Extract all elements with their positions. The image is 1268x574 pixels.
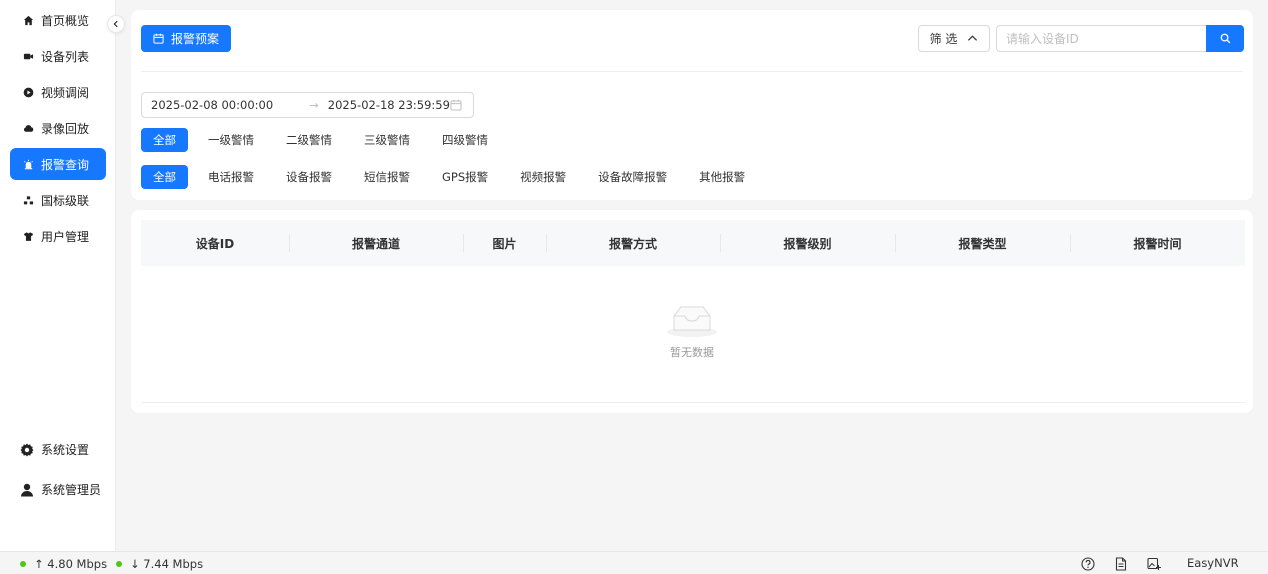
- settings-label: 系统设置: [41, 443, 90, 457]
- date-end[interactable]: 2025-02-18 23:59:59: [328, 98, 450, 112]
- type-filter-all[interactable]: 全部: [141, 165, 188, 189]
- filter-toggle-button[interactable]: 筛 选: [918, 25, 990, 52]
- sidebar-item-alarm[interactable]: 报警查询: [10, 148, 106, 180]
- level-filter-all[interactable]: 全部: [141, 128, 188, 152]
- upload-rate: ↑ 4.80 Mbps: [20, 557, 107, 571]
- cascade-icon: [22, 194, 34, 206]
- column-header-device-id[interactable]: 设备ID: [141, 220, 289, 266]
- column-header-image[interactable]: 图片: [463, 220, 546, 266]
- alarm-preset-label: 报警预案: [170, 32, 219, 46]
- type-filter-device[interactable]: 设备报警: [274, 165, 344, 189]
- type-filter-phone[interactable]: 电话报警: [196, 165, 266, 189]
- empty-inbox-icon: [667, 306, 717, 337]
- level-filter-3[interactable]: 三级警情: [352, 128, 422, 152]
- table-bottom-border: [141, 402, 1245, 403]
- document-icon[interactable]: [1114, 557, 1128, 571]
- alarm-icon: [22, 158, 34, 170]
- status-bar: ↑ 4.80 Mbps ↓ 7.44 Mbps EasyNVR: [0, 551, 1268, 574]
- upload-rate-text: ↑ 4.80 Mbps: [34, 557, 108, 571]
- calendar-icon: [450, 99, 462, 111]
- column-header-time[interactable]: 报警时间: [1070, 220, 1245, 266]
- level-filter-2[interactable]: 二级警情: [274, 128, 344, 152]
- calendar-icon: [153, 33, 164, 44]
- search-button[interactable]: [1206, 25, 1244, 52]
- empty-state: 暂无数据: [131, 302, 1253, 360]
- sidebar-item-label: 首页概览: [41, 13, 90, 28]
- help-icon[interactable]: [1081, 557, 1095, 571]
- search-icon: [1220, 33, 1230, 44]
- date-separator: →: [309, 98, 319, 112]
- gear-icon: [20, 443, 34, 456]
- system-settings-link[interactable]: 系统设置: [20, 441, 89, 458]
- home-icon: [22, 14, 34, 26]
- date-range-picker[interactable]: 2025-02-08 00:00:00 → 2025-02-18 23:59:5…: [141, 92, 474, 118]
- filter-divider: [141, 71, 1243, 72]
- table-header: 设备ID 报警通道 图片 报警方式 报警级别 报警类型 报警时间: [141, 220, 1245, 266]
- play-circle-icon: [22, 86, 34, 98]
- sidebar-item-home[interactable]: 首页概览: [10, 4, 106, 36]
- type-filter-sms[interactable]: 短信报警: [352, 165, 422, 189]
- alarm-level-filter: 全部 一级警情 二级警情 三级警情 四级警情: [141, 127, 508, 153]
- alarm-preset-button[interactable]: 报警预案: [141, 25, 231, 52]
- upload-status-dot: [20, 561, 26, 567]
- sidebar-item-cascade[interactable]: 国标级联: [10, 184, 106, 216]
- device-id-search-input[interactable]: [996, 25, 1207, 52]
- chevron-left-icon: [113, 20, 118, 28]
- date-start[interactable]: 2025-02-08 00:00:00: [151, 98, 273, 112]
- type-filter-device-fault[interactable]: 设备故障报警: [586, 165, 679, 189]
- sidebar-item-users[interactable]: 用户管理: [10, 220, 106, 252]
- column-header-channel[interactable]: 报警通道: [289, 220, 463, 266]
- download-rate-text: ↓ 7.44 Mbps: [130, 557, 204, 571]
- level-filter-4[interactable]: 四级警情: [430, 128, 500, 152]
- empty-text: 暂无数据: [670, 346, 714, 359]
- type-filter-other[interactable]: 其他报警: [687, 165, 757, 189]
- filter-label: 筛 选: [929, 32, 958, 46]
- column-header-type[interactable]: 报警类型: [895, 220, 1070, 266]
- sidebar-item-label: 用户管理: [41, 229, 90, 244]
- camera-icon: [22, 50, 34, 62]
- sidebar-item-label: 报警查询: [41, 157, 90, 172]
- type-filter-video[interactable]: 视频报警: [508, 165, 578, 189]
- admin-user-link[interactable]: 系统管理员: [20, 481, 101, 498]
- sidebar-item-label: 视频调阅: [41, 85, 90, 100]
- collapse-sidebar-button[interactable]: [107, 15, 125, 33]
- filter-card: 报警预案 筛 选 2025-02-08 00:00:00 → 2025-02-1…: [131, 10, 1253, 200]
- sidebar-item-devices[interactable]: 设备列表: [10, 40, 106, 72]
- cloud-icon: [22, 122, 34, 134]
- level-filter-1[interactable]: 一级警情: [196, 128, 266, 152]
- shirt-icon: [22, 230, 34, 242]
- sidebar-item-playback[interactable]: 录像回放: [10, 112, 106, 144]
- sidebar-item-label: 设备列表: [41, 49, 90, 64]
- user-icon: [21, 483, 33, 496]
- sidebar-item-label: 国标级联: [41, 193, 90, 208]
- alarm-type-filter: 全部 电话报警 设备报警 短信报警 GPS报警 视频报警 设备故障报警 其他报警: [141, 164, 765, 190]
- column-header-level[interactable]: 报警级别: [720, 220, 895, 266]
- alarm-table-card: 设备ID 报警通道 图片 报警方式 报警级别 报警类型 报警时间 暂无数据: [131, 210, 1253, 413]
- column-header-method[interactable]: 报警方式: [546, 220, 720, 266]
- download-rate: ↓ 7.44 Mbps: [116, 557, 203, 571]
- type-filter-gps[interactable]: GPS报警: [430, 165, 500, 189]
- download-status-dot: [116, 561, 122, 567]
- add-image-icon[interactable]: [1147, 557, 1161, 571]
- sidebar: 首页概览 设备列表 视频调阅 录像回放 报警查询 国标级联 用户管理 系统设置 …: [0, 0, 116, 551]
- sidebar-item-video[interactable]: 视频调阅: [10, 76, 106, 108]
- brand-name: EasyNVR: [1187, 556, 1239, 570]
- admin-label: 系统管理员: [41, 483, 102, 497]
- sidebar-item-label: 录像回放: [41, 121, 90, 136]
- chevron-up-icon: [968, 35, 978, 41]
